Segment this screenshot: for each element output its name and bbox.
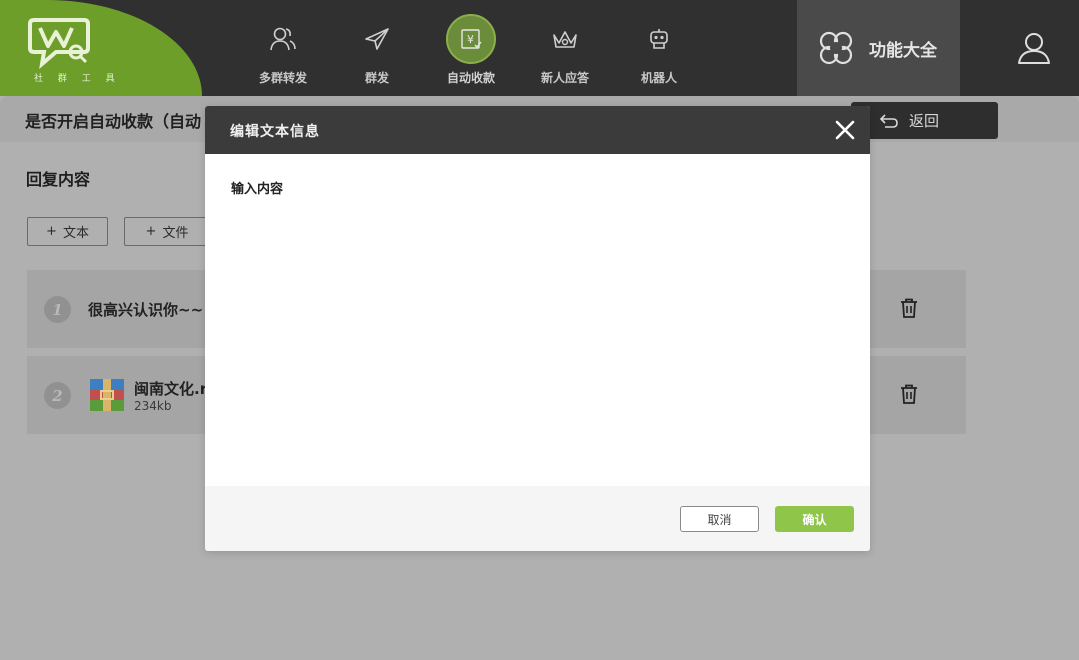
all-functions-label: 功能大全 (869, 40, 937, 61)
dialog-title: 编辑文本信息 (230, 124, 320, 140)
confirm-button[interactable]: 确认 (775, 506, 854, 532)
all-functions-button[interactable]: 功能大全 (797, 0, 960, 96)
plus-icon: + (46, 224, 57, 239)
cancel-button[interactable]: 取消 (680, 506, 759, 532)
return-icon (879, 113, 898, 128)
nav-item-newcomer-reply[interactable]: 新人应答 (518, 0, 612, 96)
clover-icon (819, 31, 853, 65)
dialog-header: 编辑文本信息 (205, 106, 870, 154)
add-file-label: 文件 (162, 226, 189, 241)
crown-icon (540, 14, 590, 64)
users-icon (258, 14, 308, 64)
logo-icon (28, 18, 90, 70)
main-nav: 多群转发 群发 ¥ 自动收款 新人应答 机器人 (236, 0, 706, 96)
plus-icon: + (145, 224, 157, 239)
close-icon[interactable] (834, 119, 856, 141)
dialog-footer: 取消 确认 (205, 486, 870, 551)
nav-item-auto-payment[interactable]: ¥ 自动收款 (424, 0, 518, 96)
reply-text: 很高兴认识你~~ (88, 301, 204, 319)
nav-item-robot[interactable]: 机器人 (612, 0, 706, 96)
logo-text: 社 群 工 具 (34, 74, 121, 84)
add-text-button[interactable]: + 文本 (27, 217, 108, 246)
nav-label: 新人应答 (540, 71, 589, 85)
content-textarea[interactable] (231, 202, 844, 472)
back-button[interactable]: 返回 (851, 102, 998, 139)
nav-label: 自动收款 (446, 71, 495, 85)
top-nav-bar: 社 群 工 具 多群转发 群发 ¥ 自动收款 新人应答 机器人 功能大全 (0, 0, 1079, 96)
edit-text-dialog: 编辑文本信息 输入内容 取消 确认 (205, 106, 870, 551)
svg-text:¥: ¥ (467, 33, 474, 46)
back-label: 返回 (909, 112, 940, 130)
content-field-label: 输入内容 (231, 182, 284, 197)
file-name: 闽南文化.r (134, 380, 208, 398)
robot-icon (634, 14, 684, 64)
file-size: 234kb (134, 399, 172, 413)
nav-item-broadcast[interactable]: 群发 (330, 0, 424, 96)
dialog-body: 输入内容 (205, 154, 870, 486)
section-title: 回复内容 (26, 170, 91, 189)
logo-area: 社 群 工 具 (0, 0, 210, 96)
page-title: 是否开启自动收款（自动 (25, 112, 202, 131)
reply-index-badge: 1 (44, 296, 71, 323)
add-file-button[interactable]: + 文件 (124, 217, 210, 246)
nav-label: 多群转发 (258, 71, 307, 85)
archive-file-icon (90, 379, 124, 411)
nav-label: 群发 (364, 71, 389, 85)
trash-icon[interactable] (900, 298, 918, 318)
add-text-label: 文本 (62, 226, 89, 241)
send-icon (352, 14, 402, 64)
payment-icon: ¥ (446, 14, 496, 64)
user-icon[interactable] (1016, 30, 1052, 66)
trash-icon[interactable] (900, 384, 918, 404)
nav-label: 机器人 (640, 71, 677, 85)
nav-item-multi-forward[interactable]: 多群转发 (236, 0, 330, 96)
reply-index-badge: 2 (44, 382, 71, 409)
